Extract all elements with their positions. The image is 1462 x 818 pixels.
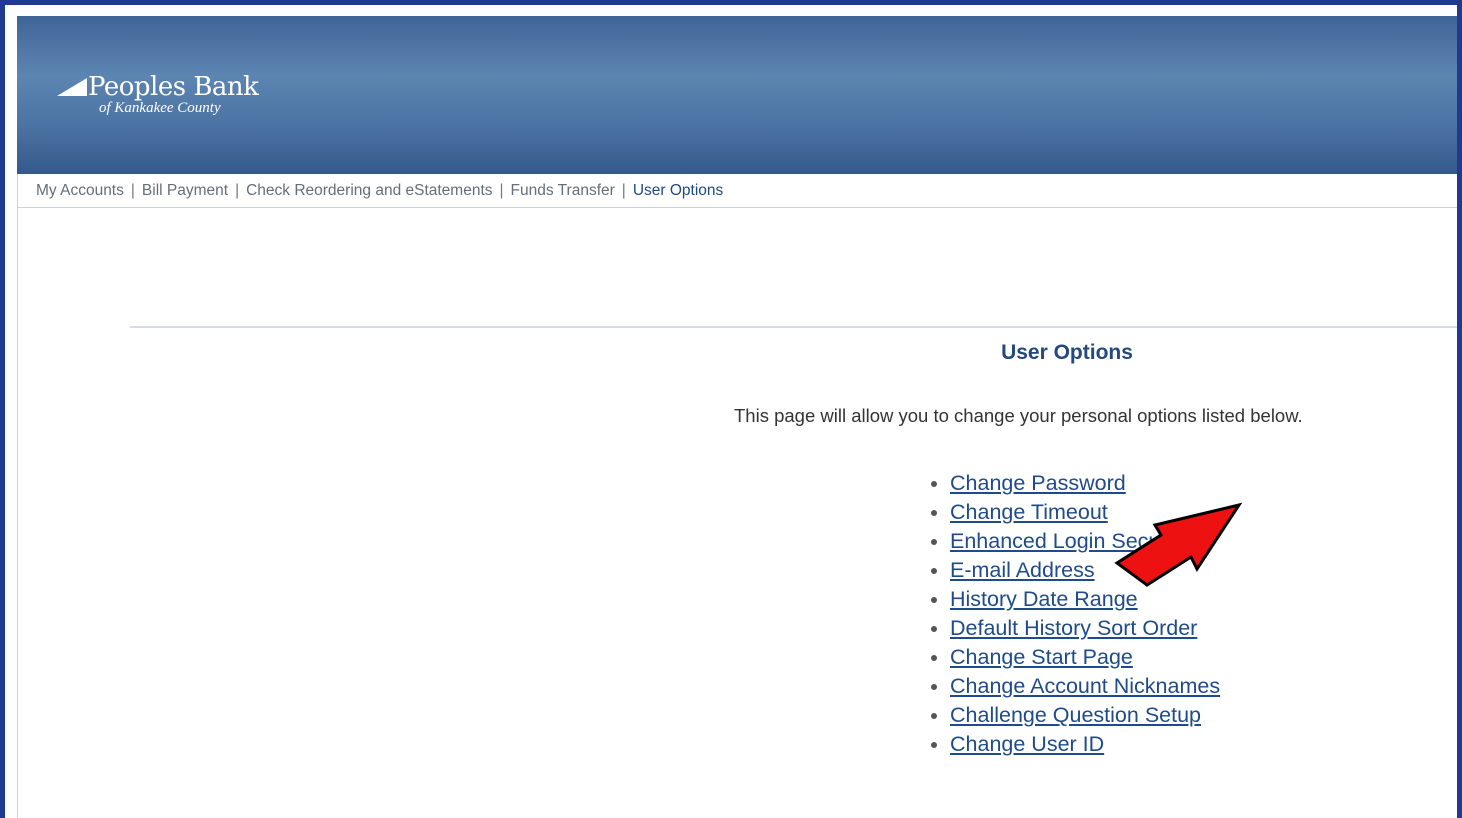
list-item: Change Password [950, 469, 1220, 498]
site-header: Peoples Bank of Kankakee County [17, 16, 1457, 174]
change-timeout-link[interactable]: Change Timeout [950, 500, 1108, 524]
nav-separator: | [499, 181, 504, 199]
main-nav: My Accounts | Bill Payment | Check Reord… [17, 174, 1457, 208]
browser-frame: Peoples Bank of Kankakee County My Accou… [0, 0, 1462, 818]
list-item: Default History Sort Order [950, 614, 1220, 643]
nav-funds-transfer[interactable]: Funds Transfer [511, 182, 615, 200]
page-title: User Options [1001, 341, 1133, 364]
list-item: Change User ID [950, 730, 1220, 759]
nav-separator: | [130, 181, 135, 199]
nav-separator: | [235, 181, 240, 199]
list-item: Change Account Nicknames [950, 672, 1220, 701]
change-user-id-link[interactable]: Change User ID [950, 732, 1104, 756]
logo-triangle-icon [57, 78, 87, 96]
change-password-link[interactable]: Change Password [950, 471, 1126, 495]
nav-user-options[interactable]: User Options [633, 182, 723, 200]
list-item: History Date Range [950, 585, 1220, 614]
nav-my-accounts[interactable]: My Accounts [36, 182, 124, 200]
change-account-nicknames-link[interactable]: Change Account Nicknames [950, 674, 1220, 698]
change-start-page-link[interactable]: Change Start Page [950, 645, 1133, 669]
logo-subtitle: of Kankakee County [99, 100, 221, 116]
intro-text: This page will allow you to change your … [734, 405, 1303, 426]
bank-logo[interactable]: Peoples Bank of Kankakee County [57, 70, 259, 117]
list-item: Challenge Question Setup [950, 701, 1220, 730]
content-divider [130, 326, 1457, 328]
logo-title: Peoples Bank [88, 72, 259, 102]
default-history-sort-order-link[interactable]: Default History Sort Order [950, 616, 1197, 640]
nav-check-reordering[interactable]: Check Reordering and eStatements [246, 182, 492, 200]
nav-separator: | [621, 181, 626, 199]
history-date-range-link[interactable]: History Date Range [950, 587, 1138, 611]
email-address-link[interactable]: E-mail Address [950, 558, 1095, 582]
red-arrow-icon [1114, 502, 1243, 587]
top-gap [5, 5, 1457, 16]
nav-bill-payment[interactable]: Bill Payment [142, 182, 228, 200]
challenge-question-setup-link[interactable]: Challenge Question Setup [950, 703, 1201, 727]
list-item: Change Start Page [950, 643, 1220, 672]
